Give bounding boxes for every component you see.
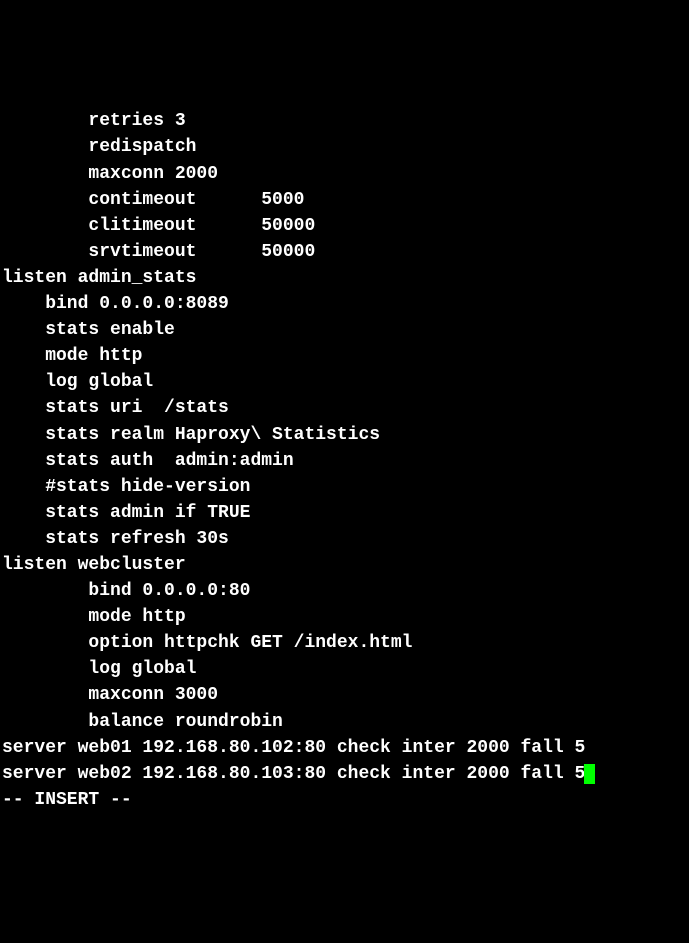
config-line: stats auth admin:admin xyxy=(2,448,687,474)
config-line: stats admin if TRUE xyxy=(2,500,687,526)
config-line: maxconn 3000 xyxy=(2,682,687,708)
config-line: log global xyxy=(2,369,687,395)
config-line: stats uri /stats xyxy=(2,395,687,421)
cursor-line: server web02 192.168.80.103:80 check int… xyxy=(2,761,687,787)
config-line: log global xyxy=(2,656,687,682)
config-line: bind 0.0.0.0:8089 xyxy=(2,291,687,317)
config-line: retries 3 xyxy=(2,108,687,134)
config-line: redispatch xyxy=(2,134,687,160)
vim-status-line: -- INSERT -- xyxy=(2,787,687,813)
config-line: clitimeout 50000 xyxy=(2,213,687,239)
config-line: server web01 192.168.80.102:80 check int… xyxy=(2,735,687,761)
config-line: #stats hide-version xyxy=(2,474,687,500)
terminal-cursor xyxy=(584,764,595,784)
config-line: balance roundrobin xyxy=(2,709,687,735)
config-line: stats realm Haproxy\ Statistics xyxy=(2,422,687,448)
config-line: bind 0.0.0.0:80 xyxy=(2,578,687,604)
config-line: stats enable xyxy=(2,317,687,343)
config-line: option httpchk GET /index.html xyxy=(2,630,687,656)
terminal-viewport[interactable]: retries 3 redispatch maxconn 2000 contim… xyxy=(2,108,687,813)
config-line: maxconn 2000 xyxy=(2,161,687,187)
config-line: listen admin_stats xyxy=(2,265,687,291)
config-line: stats refresh 30s xyxy=(2,526,687,552)
config-line: mode http xyxy=(2,604,687,630)
config-line: mode http xyxy=(2,343,687,369)
config-line: srvtimeout 50000 xyxy=(2,239,687,265)
cursor-line-text: server web02 192.168.80.103:80 check int… xyxy=(2,764,585,784)
config-line: contimeout 5000 xyxy=(2,187,687,213)
config-line: listen webcluster xyxy=(2,552,687,578)
